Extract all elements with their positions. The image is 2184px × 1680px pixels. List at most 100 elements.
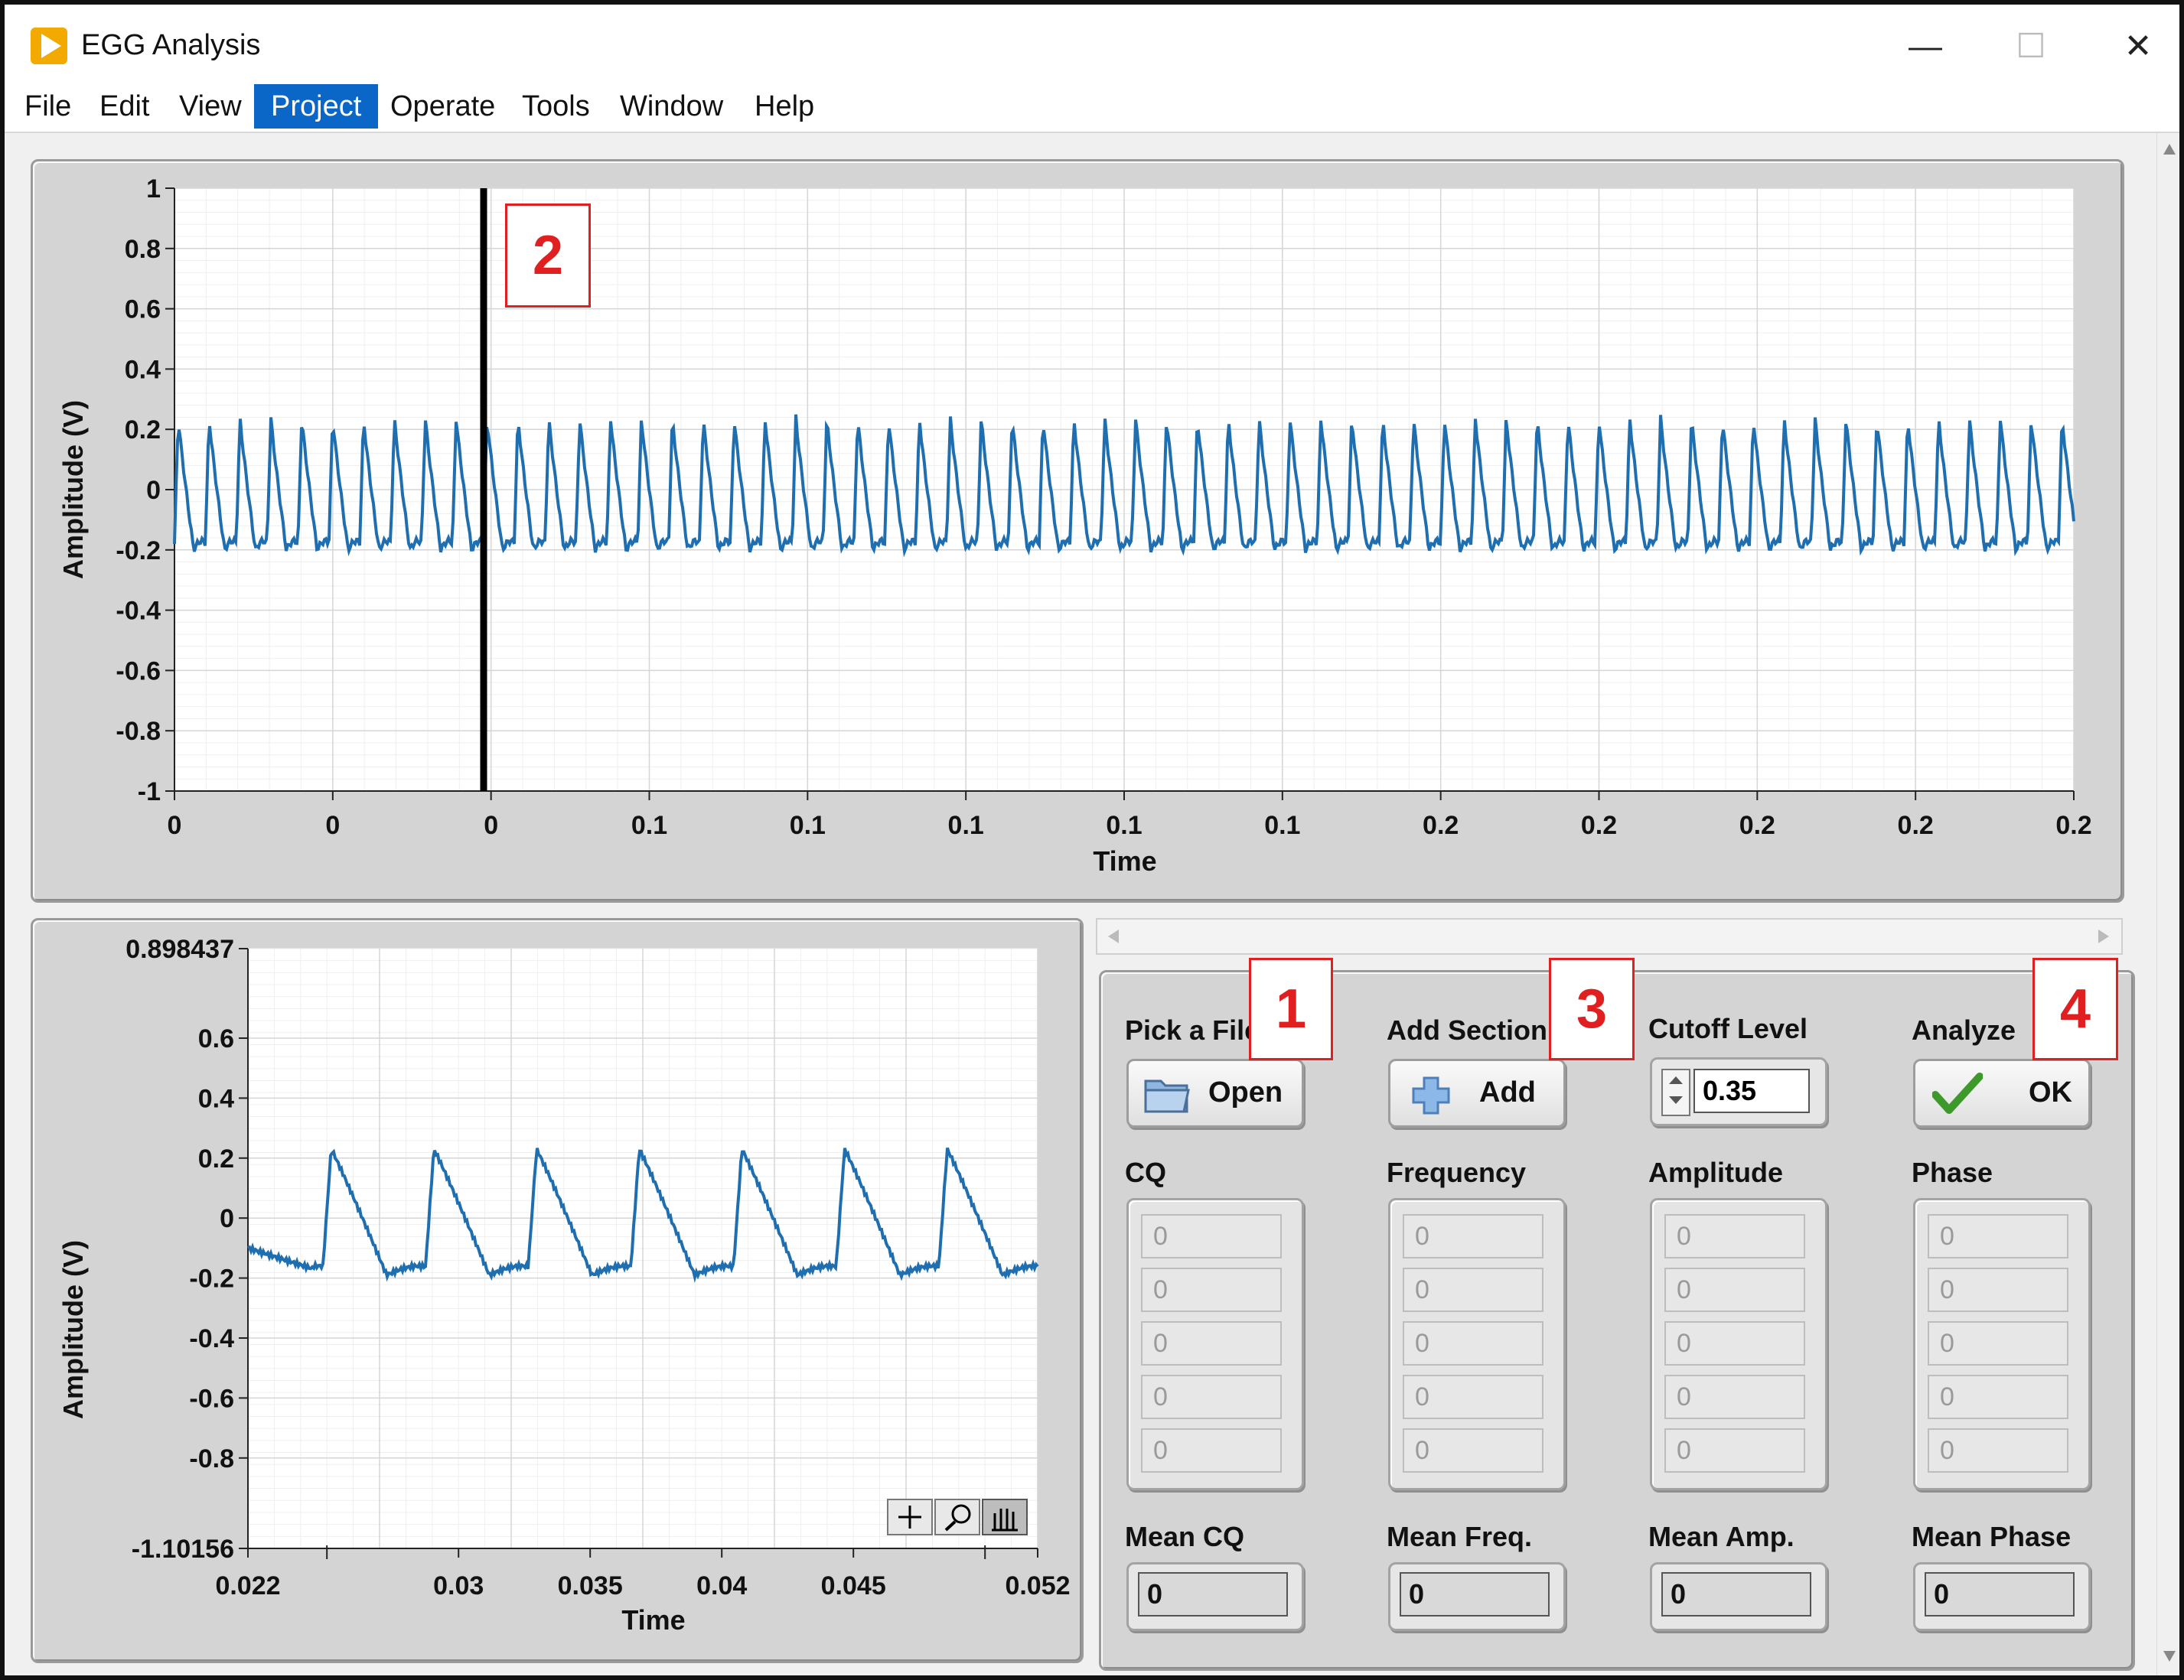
x-tick-label: 0 [168,811,182,840]
y-tick-label: -0.6 [116,656,161,685]
annotation-2: 2 [505,203,591,308]
ok-button-label: OK [2029,1076,2072,1109]
menu-project[interactable]: Project [254,84,379,129]
increment-arrow-icon[interactable] [1669,1076,1683,1084]
top-x-axis-label: Time [1093,845,1156,877]
menu-operate[interactable]: Operate [373,84,512,129]
open-button-label: Open [1208,1076,1283,1109]
analyze-label: Analyze [1912,1014,2016,1046]
x-tick-label: 0.2 [1739,811,1775,840]
scroll-down-arrow-icon[interactable] [2163,1651,2176,1662]
add-button-label: Add [1479,1076,1536,1109]
frequency-label: Frequency [1387,1157,1527,1188]
y-tick-label: -0.4 [189,1324,234,1353]
scroll-left-arrow-icon[interactable] [1108,930,1119,943]
mean-phase-indicator: 0 [1913,1562,2091,1631]
x-tick-label: 0.2 [1581,811,1617,840]
mean-phase-value: 0 [1925,1572,2075,1617]
y-tick-label: 1 [146,174,161,203]
scroll-up-arrow-icon[interactable] [2163,144,2176,155]
cutoff-level-label: Cutoff Level [1648,1013,1808,1044]
pick-file-label: Pick a File [1125,1014,1260,1046]
cq-cell[interactable]: 0 [1141,1214,1282,1258]
egg-analysis-window: EGG Analysis — ☐ ✕ File Edit View Projec… [0,0,2184,1680]
x-tick-label: 0.04 [696,1571,747,1600]
mean-freq-label: Mean Freq. [1387,1521,1533,1552]
bottom-y-axis-label: Amplitude (V) [57,1240,89,1419]
frequency-array: 0 0 0 0 0 [1388,1198,1566,1490]
analyze-ok-button[interactable]: OK [1913,1059,2091,1128]
amplitude-label: Amplitude [1648,1157,1783,1188]
phase-cell[interactable]: 0 [1928,1214,2068,1258]
x-tick-label: 0 [325,811,340,840]
maximize-button[interactable]: ☐ [1993,20,2069,73]
cq-cell[interactable]: 0 [1141,1321,1282,1366]
frequency-cell[interactable]: 0 [1403,1321,1543,1366]
horizontal-scrollbar[interactable] [1096,918,2123,955]
top-chart-grid [174,187,2075,792]
cutoff-level-input[interactable]: 0.35 [1693,1069,1810,1113]
zoom-tool-button[interactable] [934,1499,980,1535]
bottom-x-axis-label: Time [621,1604,685,1636]
frequency-cell[interactable]: 0 [1403,1428,1543,1473]
mean-phase-label: Mean Phase [1912,1521,2072,1552]
x-tick-label: 0.045 [821,1571,886,1600]
menu-view[interactable]: View [162,84,259,129]
mean-amp-indicator: 0 [1650,1562,1827,1631]
amplitude-cell[interactable]: 0 [1664,1375,1805,1419]
menu-bar: File Edit View Project Operate Tools Win… [5,84,2179,133]
checkmark-icon [1932,1073,1983,1114]
y-tick-label: 0.898437 [125,935,234,964]
mean-amp-value: 0 [1661,1572,1811,1617]
annotation-4: 4 [2032,958,2118,1060]
scroll-right-arrow-icon[interactable] [2098,930,2109,943]
y-tick-label: 0.6 [125,295,161,324]
x-tick-label: 0.2 [1423,811,1459,840]
y-tick-label: 0.2 [198,1144,234,1174]
y-tick-label: -0.8 [116,717,161,746]
cq-cell[interactable]: 0 [1141,1375,1282,1419]
amplitude-cell[interactable]: 0 [1664,1268,1805,1312]
add-section-button[interactable]: Add [1388,1059,1566,1128]
plus-icon [1412,1076,1450,1115]
decrement-arrow-icon[interactable] [1669,1096,1683,1104]
amplitude-cell[interactable]: 0 [1664,1214,1805,1258]
phase-cell[interactable]: 0 [1928,1321,2068,1366]
menu-help[interactable]: Help [738,84,831,129]
y-tick-label: -0.2 [116,536,161,565]
window-title: EGG Analysis [81,29,261,61]
minimize-button[interactable]: — [1887,20,1964,73]
phase-cell[interactable]: 0 [1928,1268,2068,1312]
y-tick-label: 0.6 [198,1024,234,1053]
title-bar: EGG Analysis — ☐ ✕ [5,5,2179,84]
menu-file[interactable]: File [8,84,88,129]
x-tick-label: 0 [484,811,498,840]
cutoff-increment-decrement[interactable] [1661,1069,1690,1116]
menu-edit[interactable]: Edit [83,84,166,129]
annotation-3: 3 [1549,958,1635,1060]
frequency-cell[interactable]: 0 [1403,1268,1543,1312]
amplitude-cell[interactable]: 0 [1664,1428,1805,1473]
menu-tools[interactable]: Tools [505,84,607,129]
y-tick-label: -0.2 [189,1265,234,1294]
open-file-button[interactable]: Open [1126,1059,1304,1128]
frequency-cell[interactable]: 0 [1403,1214,1543,1258]
close-button[interactable]: ✕ [2100,20,2176,73]
phase-cell[interactable]: 0 [1928,1428,2068,1473]
amplitude-cell[interactable]: 0 [1664,1321,1805,1366]
vertical-scrollbar[interactable] [2156,133,2179,1675]
phase-cell[interactable]: 0 [1928,1375,2068,1419]
y-tick-label: -0.6 [189,1384,234,1413]
mean-cq-value: 0 [1138,1572,1288,1617]
cq-cell[interactable]: 0 [1141,1268,1282,1312]
mean-cq-label: Mean CQ [1125,1521,1245,1552]
frequency-cell[interactable]: 0 [1403,1375,1543,1419]
cq-label: CQ [1125,1157,1166,1188]
x-tick-label: 0.035 [558,1571,623,1600]
y-tick-label: -1 [138,777,161,806]
menu-window[interactable]: Window [603,84,740,129]
y-tick-label: 0.8 [125,235,161,264]
annotation-1: 1 [1249,958,1333,1060]
cq-cell[interactable]: 0 [1141,1428,1282,1473]
top-y-axis-label: Amplitude (V) [57,400,89,579]
